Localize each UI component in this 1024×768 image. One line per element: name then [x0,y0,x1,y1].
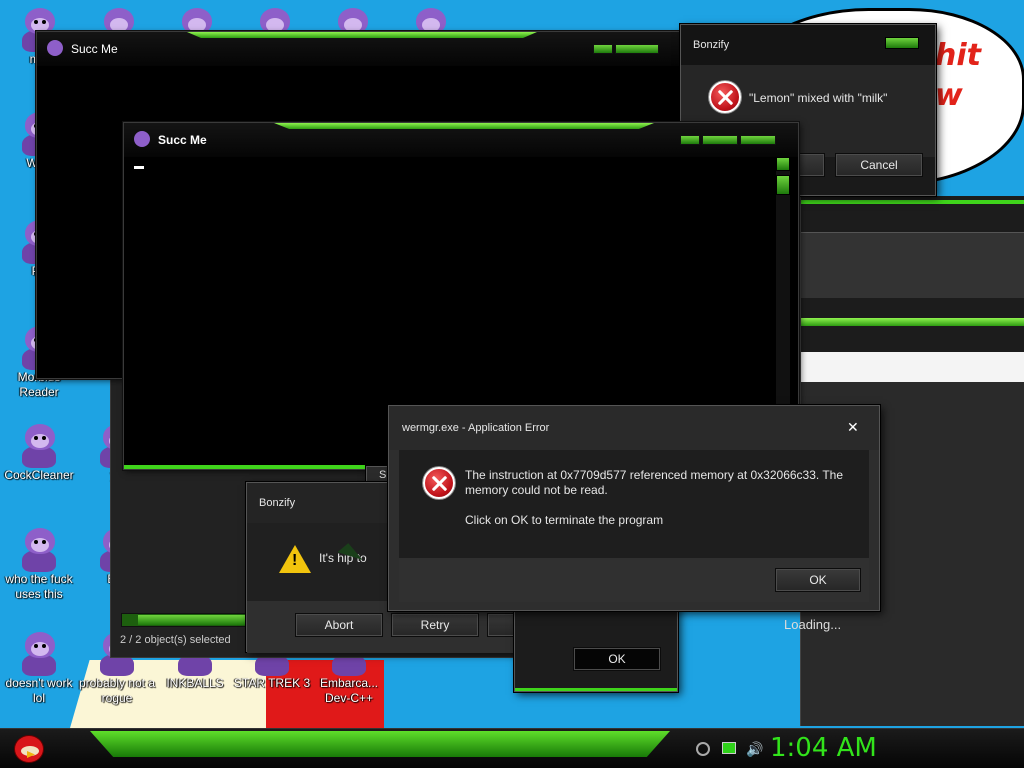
ignore-button[interactable] [487,613,517,637]
tray-volume-icon[interactable]: 🔊 [746,741,763,758]
application-error-dialog[interactable]: wermgr.exe - Application Error ✕ The ins… [388,405,880,611]
dialog-title: wermgr.exe - Application Error [402,422,550,434]
error-message-line2: memory could not be read. [465,483,608,497]
desktop-icon-label: probably not a rogue [78,676,156,705]
desktop-icon-label: doesn't work lol [5,676,73,705]
desktop-icon-label: INKBALLS [166,676,224,690]
angry-bird-icon [14,735,44,763]
tray-battery-icon[interactable] [722,742,736,754]
cursor-arrow-icon [337,543,363,569]
minimize-button[interactable] [593,44,613,54]
desktop-icon-who-uses-this[interactable]: who the fuck uses this [0,528,78,602]
warning-icon: ! [279,545,311,573]
text-cursor: ▬ [134,161,144,172]
cancel-button[interactable]: Cancel [835,153,923,177]
bonzi-icon [19,424,59,468]
scroll-up-button[interactable] [776,157,790,171]
maximize-button[interactable] [615,44,659,54]
desktop-icon-cockcleaner[interactable]: CockCleaner [0,424,78,483]
desktop-icon-label: STAR TREK 3 [233,676,311,690]
error-message-line3: Click on OK to terminate the program [465,513,664,527]
retry-button[interactable]: Retry [391,613,479,637]
tray-network-icon[interactable] [696,742,710,756]
ok-dialog[interactable]: OK [514,600,678,692]
desktop-icon-label: Embarca... Dev-C++ [319,676,379,705]
bonzi-icon [19,632,59,676]
desktop-icon-label: who the fuck uses this [5,572,73,601]
window-title: Succ Me [158,133,207,147]
abort-button[interactable]: Abort [295,613,383,637]
desktop-icon-label: CockCleaner [4,468,74,482]
window-title: Succ Me [71,42,118,56]
explorer-scroll-track[interactable] [121,613,251,627]
error-message-line1: The instruction at 0x7709d577 referenced… [465,468,844,482]
bonzi-icon [47,40,63,56]
hidden-dialog-text-1: S [379,469,387,481]
maximize-button[interactable] [702,135,738,145]
close-button[interactable] [740,135,776,145]
desktop-icon-doesnt-work[interactable]: doesn't work lol [0,632,78,706]
loading-text: Loading... [784,617,842,632]
scroll-thumb[interactable] [776,175,790,195]
minimize-button[interactable] [680,135,700,145]
close-button[interactable] [885,37,919,49]
ok-button[interactable]: OK [775,568,861,592]
speech-bubble-text: hit w [935,38,981,113]
taskbar-clock[interactable]: 1:04 AM [770,733,877,763]
bonzi-icon [19,528,59,572]
dialog-title: Bonzify [693,39,730,51]
error-icon [423,467,455,499]
start-button[interactable] [8,731,48,767]
close-button[interactable]: ✕ [847,419,859,436]
explorer-status: 2 / 2 object(s) selected [120,634,231,646]
error-icon [709,81,741,113]
ok-button[interactable]: OK [573,647,661,671]
bonzi-icon [134,131,150,147]
dialog-title: Bonzify [259,497,296,509]
dialog-message: "Lemon" mixed with "milk" [749,91,888,105]
